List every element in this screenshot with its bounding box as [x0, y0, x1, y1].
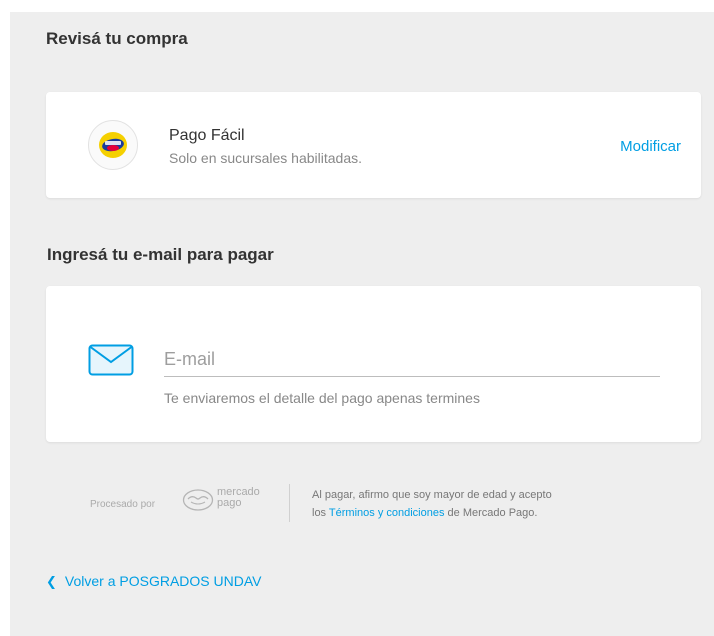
legal-mid: los [312, 507, 327, 519]
mail-icon [88, 344, 134, 376]
footer-divider [289, 484, 290, 522]
legal-suffix: de Mercado Pago. [447, 507, 538, 519]
back-link[interactable]: ❮ Volver a POSGRADOS UNDAV [46, 573, 261, 590]
legal-line-2: los Términos y condiciones de Mercado Pa… [312, 504, 642, 522]
email-input[interactable] [164, 342, 660, 377]
legal-text: Al pagar, afirmo que soy mayor de edad y… [312, 486, 642, 522]
email-hint: Te enviaremos el detalle del pago apenas… [164, 390, 480, 406]
pago-facil-logo-icon [99, 132, 127, 158]
mercado-pago-logo-icon [182, 489, 214, 511]
payment-method-name: Pago Fácil [169, 127, 245, 144]
email-card: Te enviaremos el detalle del pago apenas… [46, 286, 701, 442]
modify-payment-link[interactable]: Modificar [620, 138, 681, 155]
payment-method-description: Solo en sucursales habilitadas. [169, 150, 363, 166]
footer: Procesado por mercado pago Al pagar, afi… [90, 482, 650, 526]
email-section-title: Ingresá tu e-mail para pagar [47, 245, 274, 264]
terms-link[interactable]: Términos y condiciones [329, 507, 445, 519]
pago-facil-logo [88, 120, 138, 170]
processed-by-label: Procesado por [90, 499, 156, 510]
chevron-left-icon: ❮ [46, 574, 57, 589]
mercado-pago-brand: mercado pago [217, 487, 260, 509]
back-link-label: Volver a POSGRADOS UNDAV [64, 573, 262, 589]
checkout-page: Revisá tu compra Pago Fácil Solo en sucu… [10, 12, 714, 636]
brand-line-2: pago [217, 497, 242, 509]
legal-line-1: Al pagar, afirmo que soy mayor de edad y… [312, 489, 552, 501]
review-title: Revisá tu compra [46, 29, 188, 48]
payment-method-card: Pago Fácil Solo en sucursales habilitada… [46, 92, 701, 198]
